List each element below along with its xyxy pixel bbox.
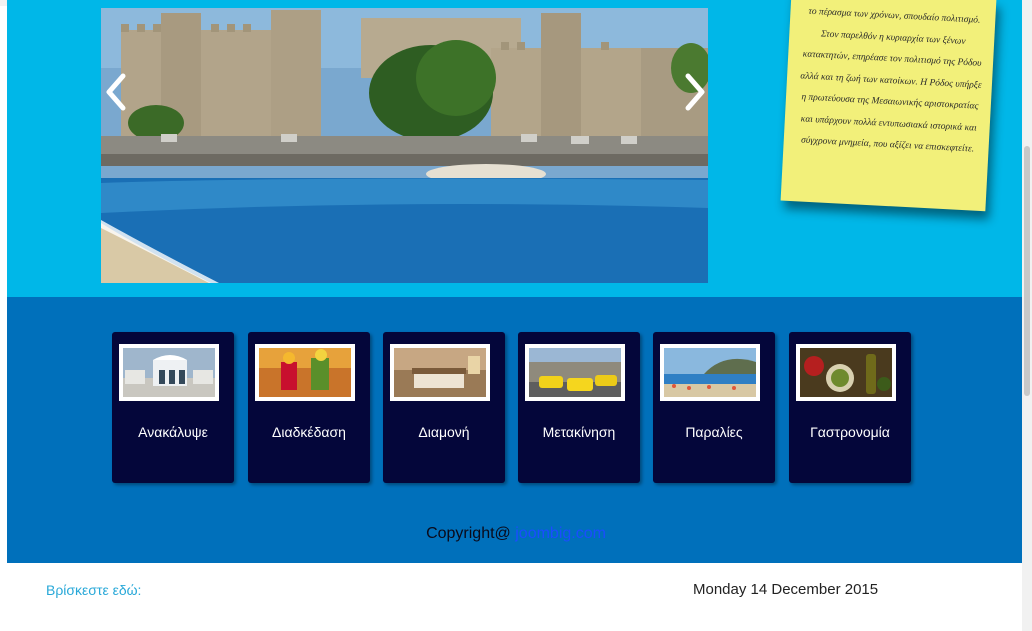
category-card-accommodation[interactable]: Διαμονή (383, 332, 505, 483)
category-card-gastronomy[interactable]: Γαστρονομία (789, 332, 911, 483)
current-date: Monday 14 December 2015 (693, 581, 879, 598)
category-card-transport[interactable]: Μετακίνηση (518, 332, 640, 483)
beach-thumb-icon (660, 344, 760, 401)
slide-photo (101, 8, 708, 283)
image-slider[interactable] (101, 8, 708, 283)
copyright-prefix: Copyright@ (426, 525, 516, 542)
category-label: Γαστρονομία (810, 424, 890, 440)
category-label: Μετακίνηση (542, 424, 616, 440)
slider-prev-arrow-icon[interactable] (101, 68, 131, 116)
copyright-link[interactable]: joombig.com (515, 525, 606, 542)
breadcrumb: Βρίσκεστε εδώ: (46, 582, 142, 598)
scrollbar-thumb[interactable] (1024, 146, 1030, 396)
taxis-thumb-icon (525, 344, 625, 401)
category-label: Παραλίες (685, 424, 743, 440)
hotel-room-thumb-icon (390, 344, 490, 401)
category-card-beaches[interactable]: Παραλίες (653, 332, 775, 483)
slider-next-arrow-icon[interactable] (680, 68, 710, 116)
sticky-note-text: το πέρασμα των χρόνων, σπουδαίο πολιτισμ… (800, 6, 982, 155)
page-scrollbar[interactable] (1022, 0, 1032, 631)
copyright-line: Copyright@ joombig.com (0, 525, 1032, 543)
cocktails-thumb-icon (255, 344, 355, 401)
category-card-discover[interactable]: Ανακάλυψε (112, 332, 234, 483)
category-label: Διαμονή (418, 424, 470, 440)
building-thumb-icon (119, 344, 219, 401)
food-thumb-icon (796, 344, 896, 401)
sticky-note: το πέρασμα των χρόνων, σπουδαίο πολιτισμ… (780, 0, 997, 212)
category-label: Διαδκέδαση (272, 424, 346, 440)
category-card-entertainment[interactable]: Διαδκέδαση (248, 332, 370, 483)
category-label: Ανακάλυψε (138, 424, 208, 440)
